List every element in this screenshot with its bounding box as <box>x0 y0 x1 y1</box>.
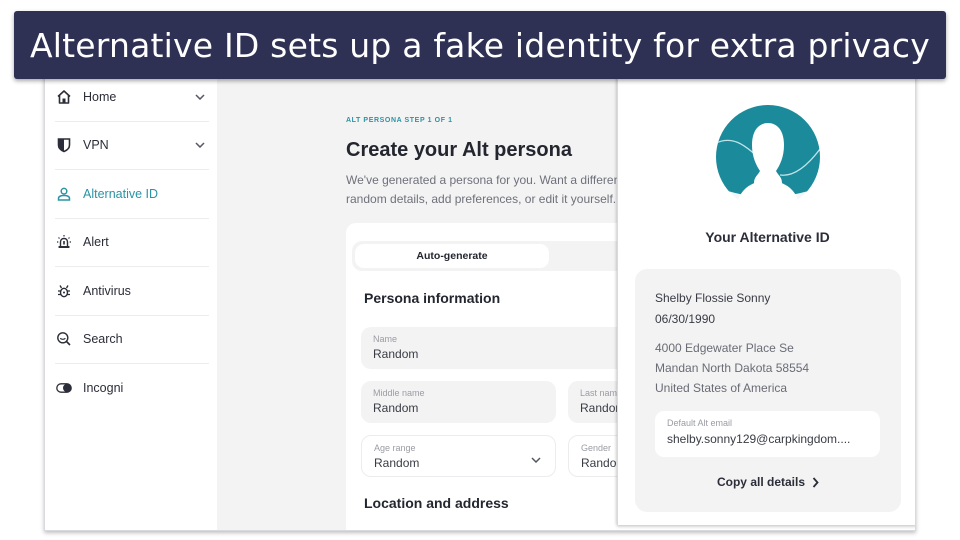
identity-dob: 06/30/1990 <box>655 312 716 326</box>
alarm-icon <box>55 233 73 251</box>
caption-banner: Alternative ID sets up a fake identity f… <box>14 11 946 79</box>
age-range-select[interactable]: Age range Random <box>361 435 556 477</box>
alt-email-field[interactable]: Default Alt email shelby.sonny129@carpki… <box>655 411 880 457</box>
step-label: ALT PERSONA STEP 1 OF 1 <box>346 117 453 124</box>
sidebar-item-antivirus[interactable]: Antivirus <box>55 267 209 316</box>
sidebar-item-home[interactable]: Home <box>55 73 209 122</box>
sidebar-item-label: Alert <box>83 235 109 250</box>
avatar <box>716 105 820 209</box>
panel-title: Your Alternative ID <box>705 229 830 245</box>
chevron-down-icon <box>531 450 541 468</box>
persona-section-title: Persona information <box>364 290 501 306</box>
address-line: 4000 Edgewater Place Se <box>655 341 794 355</box>
toggle-icon <box>55 379 73 397</box>
identity-address: 4000 Edgewater Place Se Mandan North Dak… <box>655 338 809 398</box>
description-line: random details, add preferences, or edit… <box>346 192 617 206</box>
sidebar-item-alternative-id[interactable]: Alternative ID <box>55 170 209 219</box>
bug-icon <box>55 282 73 300</box>
sidebar-item-incogni[interactable]: Incogni <box>55 364 209 413</box>
app-window: Home VPN Alternative ID Alert Antivirus … <box>44 62 916 531</box>
tab-auto-generate[interactable]: Auto-generate <box>355 244 549 268</box>
location-section-title: Location and address <box>364 495 509 511</box>
mode-segmented-control[interactable]: Auto-generate <box>352 241 662 271</box>
copy-all-details-button[interactable]: Copy all details <box>635 475 901 489</box>
address-line: Mandan North Dakota 58554 <box>655 361 810 375</box>
sidebar-item-alert[interactable]: Alert <box>55 219 209 267</box>
middle-name-field[interactable]: Middle name Random <box>361 381 556 423</box>
banner-title: Alternative ID sets up a fake identity f… <box>30 25 930 65</box>
field-label: Middle name <box>373 388 425 398</box>
copy-all-details-label: Copy all details <box>716 475 806 489</box>
shield-icon <box>55 136 73 154</box>
chevron-right-icon <box>812 476 819 488</box>
identity-full-name: Shelby Flossie Sonny <box>655 291 771 305</box>
page-title: Create your Alt persona <box>346 139 572 161</box>
sidebar-item-search[interactable]: Search <box>55 316 209 364</box>
sidebar: Home VPN Alternative ID Alert Antivirus … <box>45 63 217 530</box>
sidebar-item-label: Antivirus <box>83 283 131 298</box>
alternative-id-panel: Your Alternative ID Shelby Flossie Sonny… <box>617 63 915 525</box>
field-value: Random <box>374 456 420 470</box>
field-value: Random <box>373 401 419 415</box>
search-icon <box>55 330 73 348</box>
email-label: Default Alt email <box>667 418 733 428</box>
sidebar-item-label: VPN <box>83 138 109 153</box>
home-icon <box>55 88 73 106</box>
sidebar-item-label: Search <box>83 332 123 347</box>
sidebar-item-label: Incogni <box>83 381 124 396</box>
user-icon <box>55 185 73 203</box>
chevron-down-icon[interactable] <box>193 138 207 152</box>
chevron-down-icon[interactable] <box>193 90 207 104</box>
email-value: shelby.sonny129@carpkingdom.... <box>667 432 851 446</box>
page-description: We've generated a persona for you. Want … <box>346 171 646 209</box>
identity-details-card: Shelby Flossie Sonny 06/30/1990 4000 Edg… <box>635 269 901 512</box>
sidebar-item-label: Alternative ID <box>83 186 159 201</box>
address-line: United States of America <box>655 381 788 395</box>
description-line: We've generated a persona for you. Want … <box>346 173 624 187</box>
field-label: Age range <box>374 443 416 453</box>
sidebar-item-label: Home <box>83 89 117 104</box>
sidebar-item-vpn[interactable]: VPN <box>55 122 209 170</box>
main-content: ALT PERSONA STEP 1 OF 1 Create your Alt … <box>217 63 688 530</box>
